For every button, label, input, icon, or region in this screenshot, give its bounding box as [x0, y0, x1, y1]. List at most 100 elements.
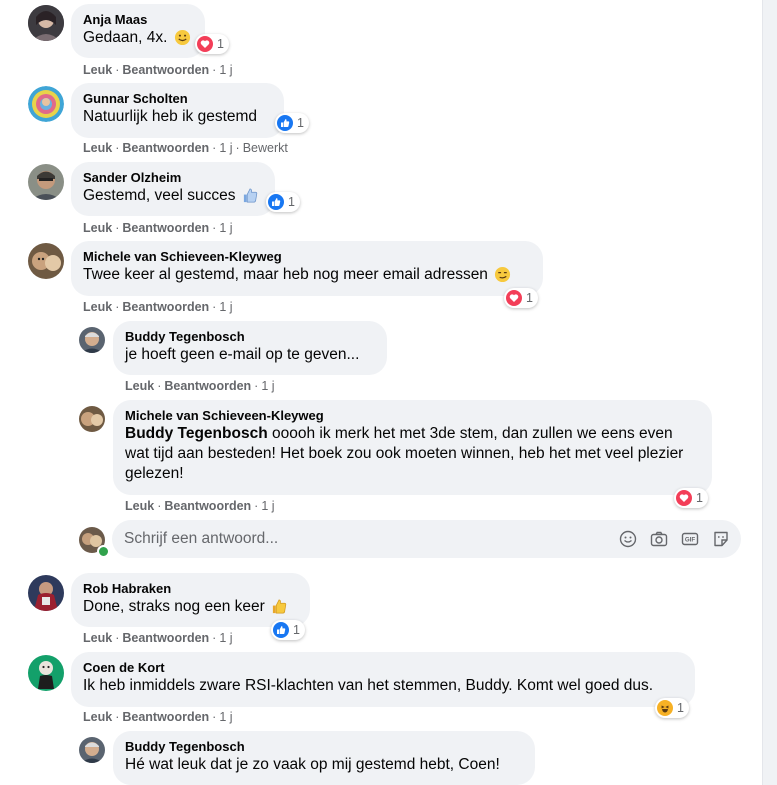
comment-author[interactable]: Anja Maas — [83, 12, 193, 28]
like-link[interactable]: Leuk — [83, 221, 112, 235]
comment-text: Natuurlijk heb ik gestemd — [83, 108, 258, 125]
comment-bubble: Sander Olzheim Gestemd, veel succes — [71, 162, 275, 216]
like-link[interactable]: Leuk — [83, 63, 112, 77]
reaction-count[interactable]: 1 — [504, 288, 538, 308]
like-link[interactable]: Leuk — [83, 300, 112, 314]
comment-time[interactable]: 1 j — [219, 141, 232, 155]
reaction-number: 1 — [696, 491, 703, 505]
comment-author[interactable]: Buddy Tegenbosch — [125, 329, 375, 345]
avatar-image — [79, 737, 105, 763]
comment-text: Gestemd, veel succes — [83, 187, 236, 204]
avatar[interactable] — [79, 327, 105, 353]
svg-text:GIF: GIF — [685, 537, 696, 544]
like-link[interactable]: Leuk — [83, 141, 112, 155]
reply-link[interactable]: Beantwoorden — [164, 379, 251, 393]
comment-text: Gedaan, 4x. — [83, 29, 168, 46]
page-scrollbar[interactable] — [762, 0, 777, 785]
comment-author[interactable]: Rob Habraken — [83, 581, 298, 597]
smile-emoji-icon — [174, 30, 190, 46]
gif-icon[interactable]: GIF — [681, 530, 699, 548]
reply-bubble: Buddy Tegenbosch Hé wat leuk dat je zo v… — [113, 731, 535, 785]
comment-time[interactable]: 1 j — [219, 63, 232, 77]
love-reaction-icon — [506, 290, 522, 306]
avatar[interactable] — [28, 86, 64, 122]
reaction-count[interactable]: 1 — [271, 620, 305, 640]
reply-link[interactable]: Beantwoorden — [122, 141, 209, 155]
comment-author[interactable]: Buddy Tegenbosch — [125, 739, 523, 755]
reply-link[interactable]: Beantwoorden — [122, 300, 209, 314]
camera-icon[interactable] — [650, 530, 668, 548]
reply-link[interactable]: Beantwoorden — [122, 221, 209, 235]
reaction-number: 1 — [526, 291, 533, 305]
comment-text-row: Buddy Tegenbosch ooooh ik merk het met 3… — [125, 424, 700, 484]
avatar[interactable] — [28, 164, 64, 200]
comment-time[interactable]: 1 j — [219, 300, 232, 314]
comment-author[interactable]: Coen de Kort — [83, 660, 683, 676]
like-reaction-icon — [268, 194, 284, 210]
reaction-count[interactable]: 1 — [266, 192, 300, 212]
like-link[interactable]: Leuk — [125, 379, 154, 393]
comment-time[interactable]: 1 j — [261, 499, 274, 513]
avatar[interactable] — [28, 243, 64, 279]
reply-link[interactable]: Beantwoorden — [122, 63, 209, 77]
like-link[interactable]: Leuk — [83, 710, 112, 724]
like-reaction-icon — [273, 622, 289, 638]
reaction-count[interactable]: 1 — [275, 113, 309, 133]
reaction-count[interactable]: 1 — [195, 34, 229, 54]
comment-text: Twee keer al gestemd, maar heb nog meer … — [83, 266, 488, 283]
like-link[interactable]: Leuk — [83, 631, 112, 645]
avatar-image — [28, 243, 64, 279]
comment-actions: Leuk · Beantwoorden · 1 j — [83, 710, 233, 724]
comment-time[interactable]: 1 j — [219, 710, 232, 724]
comment-actions: Leuk · Beantwoorden · 1 j — [83, 300, 233, 314]
emoji-icon[interactable] — [619, 530, 637, 548]
comment-actions: Leuk · Beantwoorden · 1 j — [83, 221, 233, 235]
comment-actions: Leuk · Beantwoorden · 1 j — [83, 63, 233, 77]
avatar[interactable] — [79, 406, 105, 432]
reaction-count[interactable]: 1 — [674, 488, 708, 508]
sticker-icon[interactable] — [712, 530, 730, 548]
avatar-image — [28, 5, 64, 41]
comment-time[interactable]: 1 j — [219, 631, 232, 645]
edited-label[interactable]: Bewerkt — [243, 141, 288, 155]
comment-text: Ik heb inmiddels zware RSI-klachten van … — [83, 677, 654, 694]
comment-actions: Leuk · Beantwoorden · 1 j — [125, 499, 275, 513]
comment-text: Hé wat leuk dat je zo vaak op mij gestem… — [125, 756, 500, 773]
reply-bubble: Michele van Schieveen-Kleyweg Buddy Tege… — [113, 400, 712, 495]
reply-bubble: Buddy Tegenbosch je hoeft geen e-mail op… — [113, 321, 387, 375]
reaction-count[interactable]: 1 — [655, 698, 689, 718]
comment-text-row: Gestemd, veel succes — [83, 186, 263, 206]
comment-text-row: Done, straks nog een keer — [83, 597, 298, 617]
avatar-image — [28, 575, 64, 611]
reply-input[interactable] — [112, 520, 602, 558]
comment-time[interactable]: 1 j — [219, 221, 232, 235]
comment-author[interactable]: Michele van Schieveen-Kleyweg — [125, 408, 700, 424]
comment-text-row: Twee keer al gestemd, maar heb nog meer … — [83, 265, 531, 285]
love-reaction-icon — [676, 490, 692, 506]
comment-author[interactable]: Gunnar Scholten — [83, 91, 272, 107]
reply-link[interactable]: Beantwoorden — [122, 710, 209, 724]
comment-author[interactable]: Sander Olzheim — [83, 170, 263, 186]
comment-author[interactable]: Michele van Schieveen-Kleyweg — [83, 249, 531, 265]
avatar[interactable] — [79, 737, 105, 763]
comment-actions: Leuk · Beantwoorden · 1 j · Bewerkt — [83, 141, 288, 155]
reaction-number: 1 — [288, 195, 295, 209]
reply-link[interactable]: Beantwoorden — [164, 499, 251, 513]
avatar-image — [28, 86, 64, 122]
reaction-number: 1 — [297, 116, 304, 130]
avatar[interactable] — [28, 5, 64, 41]
reply-link[interactable]: Beantwoorden — [122, 631, 209, 645]
comment-time[interactable]: 1 j — [261, 379, 274, 393]
mention-link[interactable]: Buddy Tegenbosch — [125, 425, 268, 442]
avatar[interactable] — [28, 655, 64, 691]
smirk-emoji-icon — [495, 267, 511, 283]
avatar[interactable] — [28, 575, 64, 611]
like-reaction-icon — [277, 115, 293, 131]
comment-bubble: Rob Habraken Done, straks nog een keer — [71, 573, 310, 627]
comment-bubble: Michele van Schieveen-Kleyweg Twee keer … — [71, 241, 543, 296]
comment-bubble: Gunnar Scholten Natuurlijk heb ik gestem… — [71, 83, 284, 138]
like-link[interactable]: Leuk — [125, 499, 154, 513]
comment-text: Done, straks nog een keer — [83, 598, 265, 615]
comment-bubble: Coen de Kort Ik heb inmiddels zware RSI-… — [71, 652, 695, 707]
comment-text-row: Gedaan, 4x. — [83, 28, 193, 48]
